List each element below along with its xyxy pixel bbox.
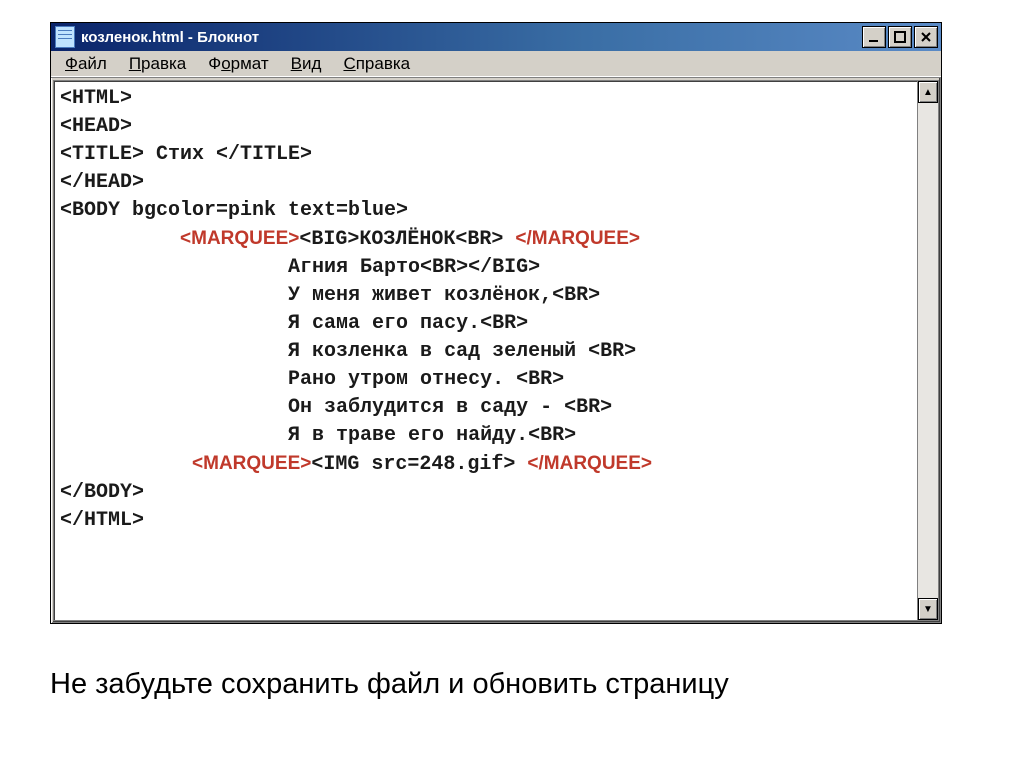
- window-title: козленок.html - Блокнот: [81, 29, 259, 46]
- menu-edit[interactable]: Правка: [119, 52, 198, 76]
- menu-format[interactable]: Формат: [198, 52, 280, 76]
- footer-note: Не забудьте сохранить файл и обновить ст…: [50, 668, 940, 701]
- close-button[interactable]: [914, 26, 938, 48]
- editor[interactable]: <HTML> <HEAD> <TITLE> Стих </TITLE> </HE…: [54, 81, 917, 620]
- title-bar: козленок.html - Блокнот: [51, 23, 941, 51]
- menu-help[interactable]: Справка: [333, 52, 422, 76]
- scroll-down-button[interactable]: ▼: [918, 598, 938, 620]
- minimize-button[interactable]: [862, 26, 886, 48]
- maximize-button[interactable]: [888, 26, 912, 48]
- menu-bar: Файл Правка Формат Вид Справка: [51, 51, 941, 78]
- scroll-track[interactable]: [918, 103, 938, 598]
- menu-file[interactable]: Файл: [55, 52, 119, 76]
- editor-client-area: <HTML> <HEAD> <TITLE> Стих </TITLE> </HE…: [53, 80, 939, 621]
- vertical-scrollbar[interactable]: ▲ ▼: [917, 81, 938, 620]
- scroll-up-button[interactable]: ▲: [918, 81, 938, 103]
- notepad-icon: [55, 26, 75, 48]
- notepad-window: козленок.html - Блокнот Файл Правка Форм…: [50, 22, 942, 624]
- menu-view[interactable]: Вид: [281, 52, 334, 76]
